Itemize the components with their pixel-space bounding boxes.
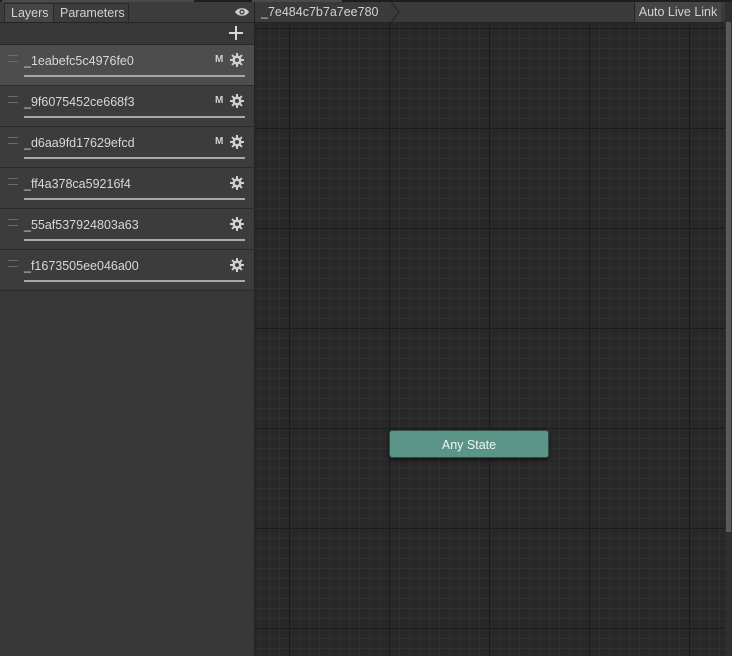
graph-breadcrumb-bar: _7e484c7b7a7ee780 Auto Live Link (255, 2, 725, 23)
layers-list: _1eabefc5c4976fe0 M _9f6075452ce668f3 M (0, 45, 254, 291)
layer-item[interactable]: _9f6075452ce668f3 M (0, 86, 254, 127)
layer-weight-bar (24, 239, 245, 241)
layer-name: _d6aa9fd17629efcd (24, 136, 135, 150)
drag-handle-icon[interactable] (8, 219, 18, 226)
layer-weight-bar (24, 280, 245, 282)
mask-badge: M (215, 95, 224, 106)
drag-handle-icon[interactable] (8, 96, 18, 103)
eye-icon[interactable] (234, 5, 250, 19)
layer-item[interactable]: _d6aa9fd17629efcd M (0, 127, 254, 168)
layer-name: _f1673505ee046a00 (24, 259, 139, 273)
layers-panel: Layers Parameters _1eabefc5c4976fe0 M _9… (0, 2, 255, 656)
layer-weight-bar (24, 75, 245, 77)
vertical-scrollbar[interactable] (725, 2, 732, 656)
layer-item[interactable]: _f1673505ee046a00 (0, 250, 254, 291)
layer-item[interactable]: _1eabefc5c4976fe0 M (0, 45, 254, 86)
gear-icon[interactable] (230, 176, 244, 190)
breadcrumb-state-machine[interactable]: _7e484c7b7a7ee780 (255, 2, 386, 22)
layer-item[interactable]: _55af537924803a63 (0, 209, 254, 250)
layer-toolbar (0, 23, 254, 45)
gear-icon[interactable] (230, 258, 244, 272)
drag-handle-icon[interactable] (8, 260, 18, 267)
layer-item[interactable]: _ff4a378ca59216f4 (0, 168, 254, 209)
drag-handle-icon[interactable] (8, 137, 18, 144)
mask-badge: M (215, 54, 224, 65)
layer-name: _ff4a378ca59216f4 (24, 177, 131, 191)
gear-icon[interactable] (230, 94, 244, 108)
state-machine-graph[interactable] (255, 2, 725, 656)
layer-name: _1eabefc5c4976fe0 (24, 54, 134, 68)
breadcrumb-separator-icon (390, 2, 400, 22)
gear-icon[interactable] (230, 135, 244, 149)
drag-handle-icon[interactable] (8, 55, 18, 62)
layer-weight-bar (24, 116, 245, 118)
drag-handle-icon[interactable] (8, 178, 18, 185)
plus-icon[interactable] (229, 26, 243, 40)
layer-name: _9f6075452ce668f3 (24, 95, 135, 109)
mask-badge: M (215, 136, 224, 147)
tab-layers[interactable]: Layers (4, 3, 54, 22)
layer-weight-bar (24, 157, 245, 159)
gear-icon[interactable] (230, 53, 244, 67)
tab-parameters[interactable]: Parameters (53, 3, 129, 22)
any-state-node[interactable]: Any State (389, 430, 549, 458)
layer-weight-bar (24, 198, 245, 200)
panel-tabbar: Layers Parameters (0, 2, 254, 23)
auto-live-link-button[interactable]: Auto Live Link (634, 2, 721, 22)
scrollbar-thumb[interactable] (726, 22, 731, 532)
gear-icon[interactable] (230, 217, 244, 231)
layer-name: _55af537924803a63 (24, 218, 139, 232)
